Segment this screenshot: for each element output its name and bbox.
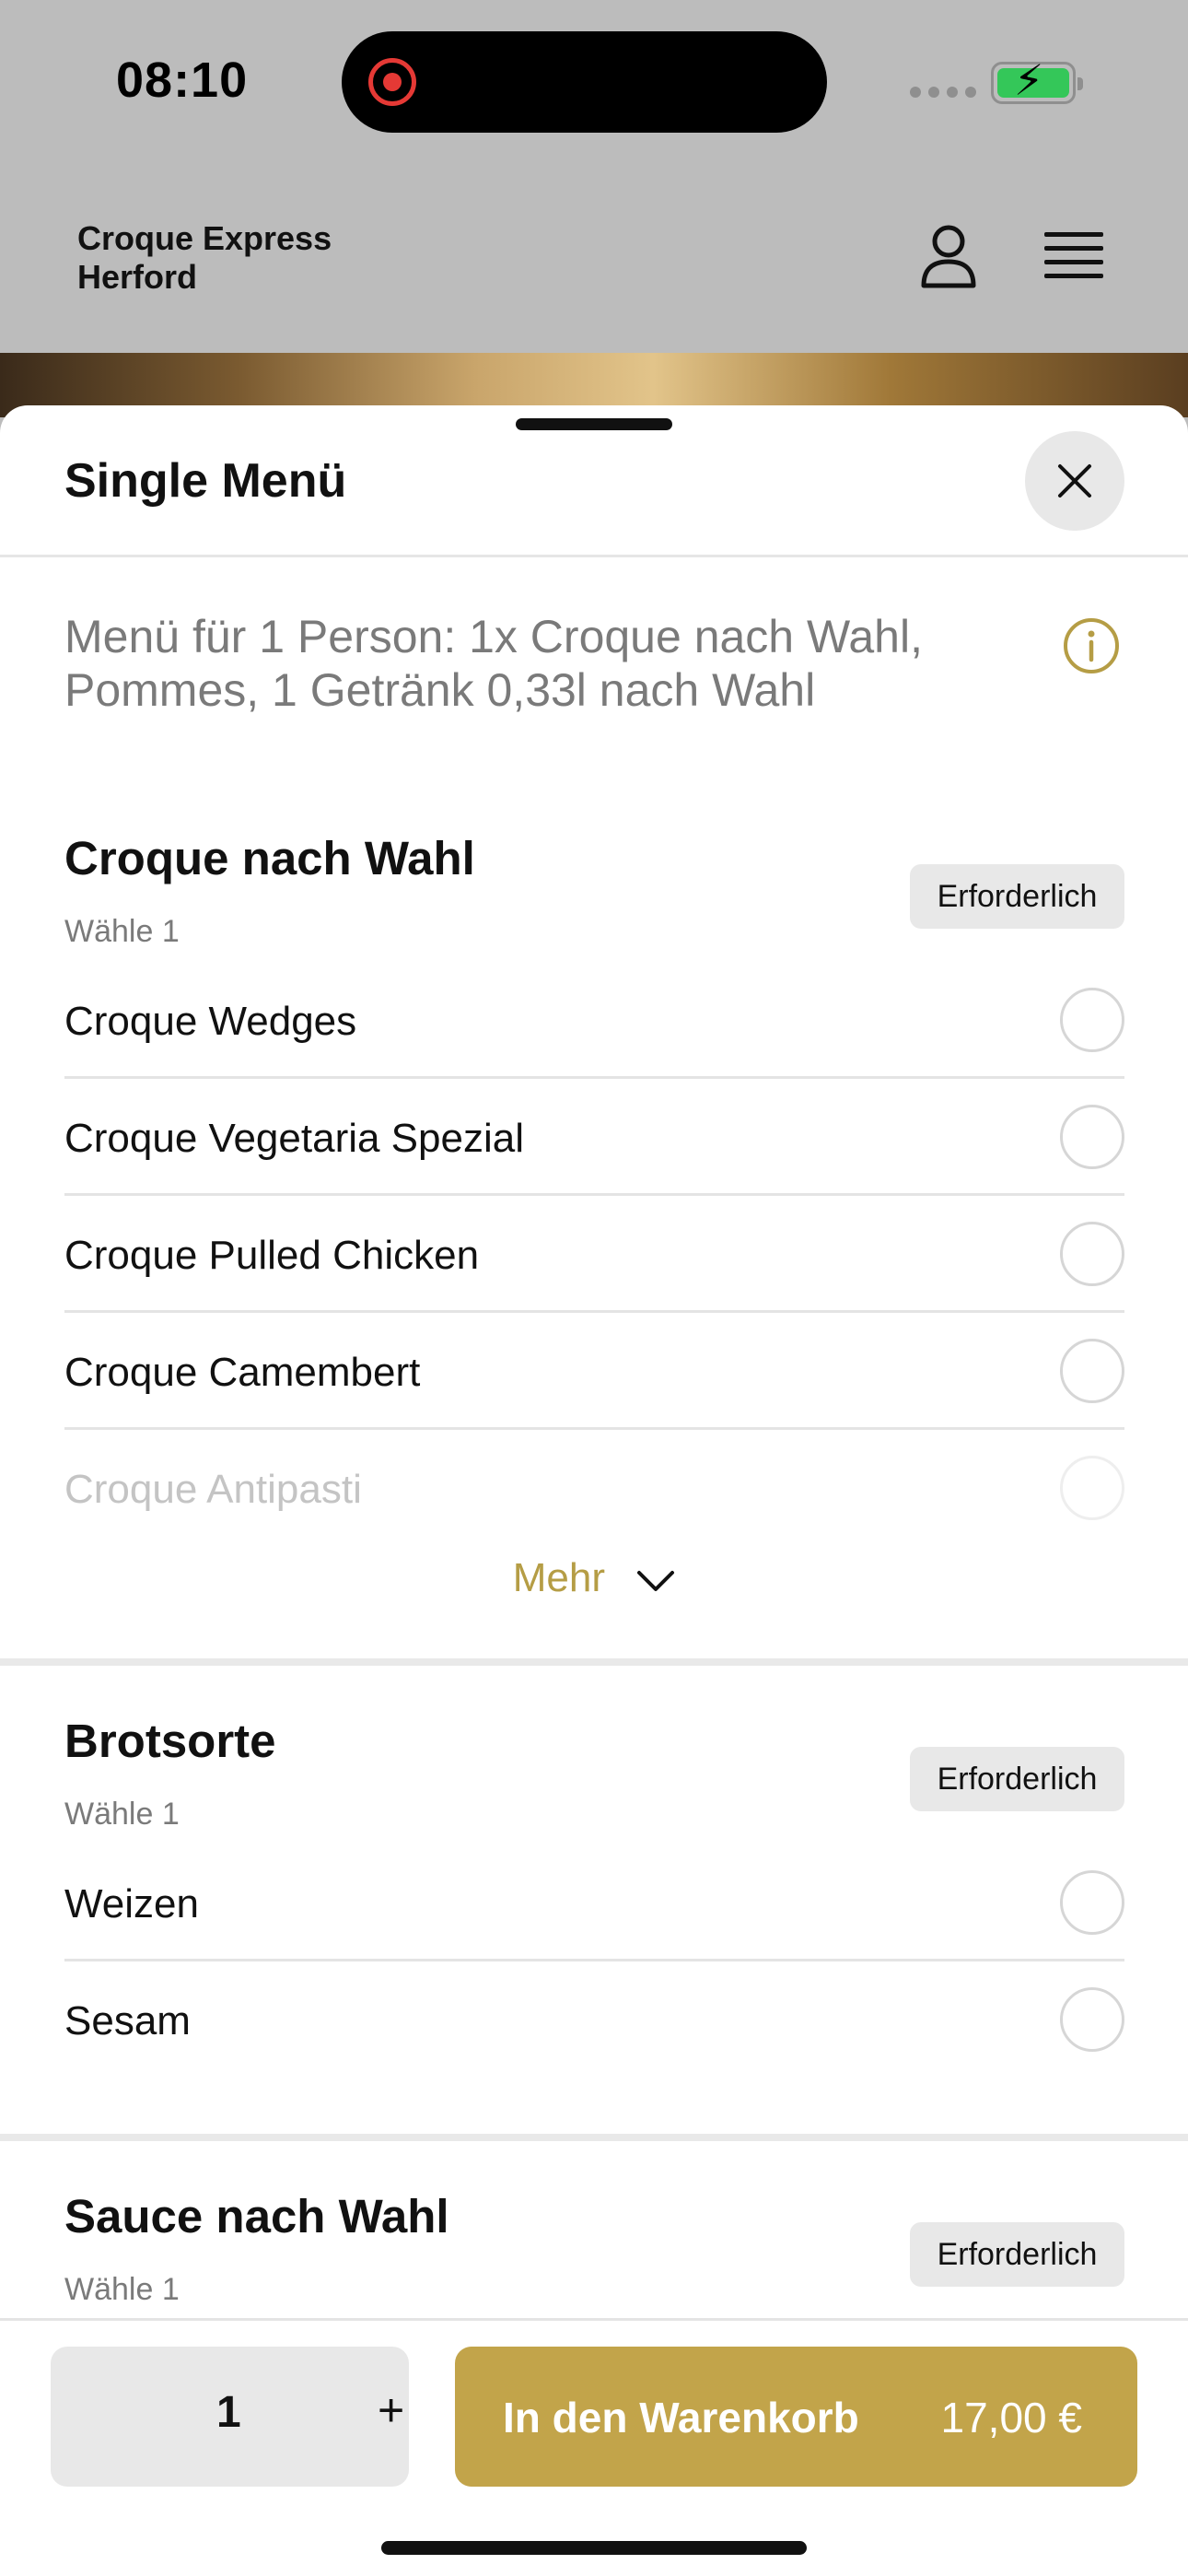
battery-icon: ⚡ — [991, 59, 1083, 104]
close-button[interactable] — [1025, 431, 1124, 531]
option-croque-camembert[interactable]: Croque Camembert — [64, 1313, 1124, 1430]
group-title-croque: Croque nach Wahl — [64, 832, 475, 884]
product-options-sheet: Single Menü Menü für 1 Person: 1x Croque… — [0, 405, 1188, 2576]
status-bar: 08:10 ⚡ — [0, 0, 1188, 166]
option-label: Weizen — [64, 1881, 199, 1926]
option-label: Sesam — [64, 1998, 191, 2043]
close-icon — [1058, 464, 1091, 498]
group-subtitle-sauce: Wähle 1 — [64, 2272, 180, 2307]
section-divider — [0, 1658, 1188, 1666]
option-label: Croque Wedges — [64, 999, 357, 1044]
required-badge: Erforderlich — [910, 864, 1124, 929]
chevron-down-icon — [636, 1557, 675, 1603]
show-more-label: Mehr — [512, 1555, 605, 1600]
radio-button[interactable] — [1060, 1870, 1124, 1935]
radio-button[interactable] — [1060, 988, 1124, 1052]
option-weizen[interactable]: Weizen — [64, 1844, 1124, 1961]
option-sesam[interactable]: Sesam — [64, 1961, 1124, 2078]
show-more-button[interactable]: Mehr — [0, 1555, 1188, 1603]
radio-button[interactable] — [1060, 1222, 1124, 1286]
required-badge: Erforderlich — [910, 1747, 1124, 1811]
store-name[interactable]: Croque Express Herford — [77, 219, 390, 297]
quantity-stepper: 1 + — [51, 2347, 409, 2487]
group-subtitle-croque: Wähle 1 — [64, 914, 180, 949]
signal-icon — [910, 87, 976, 98]
recording-icon — [368, 58, 416, 106]
group-subtitle-brotsorte: Wähle 1 — [64, 1797, 180, 1832]
option-croque-vegetaria-spezial[interactable]: Croque Vegetaria Spezial — [64, 1079, 1124, 1196]
option-croque-antipasti[interactable]: Croque Antipasti — [64, 1430, 1124, 1547]
hamburger-menu-icon[interactable] — [1044, 232, 1103, 282]
add-to-cart-button[interactable]: In den Warenkorb 17,00 € — [455, 2347, 1137, 2487]
radio-button[interactable] — [1060, 1339, 1124, 1403]
total-price: 17,00 € — [940, 2394, 1082, 2441]
radio-button[interactable] — [1060, 1105, 1124, 1169]
store-name-line1: Croque Express — [77, 219, 332, 257]
info-icon[interactable] — [1063, 617, 1120, 674]
option-croque-pulled-chicken[interactable]: Croque Pulled Chicken — [64, 1196, 1124, 1313]
status-time: 08:10 — [116, 53, 249, 108]
sheet-title: Single Menü — [64, 454, 347, 508]
bottom-action-bar: 1 + In den Warenkorb 17,00 € — [0, 2318, 1188, 2576]
radio-button[interactable] — [1060, 1987, 1124, 2052]
sheet-grabber[interactable] — [516, 418, 672, 430]
increment-button[interactable]: + — [378, 2383, 404, 2437]
add-to-cart-label: In den Warenkorb — [503, 2394, 859, 2441]
section-divider — [0, 2134, 1188, 2141]
option-label: Croque Pulled Chicken — [64, 1233, 480, 1278]
radio-button[interactable] — [1060, 1456, 1124, 1520]
option-label: Croque Camembert — [64, 1350, 421, 1395]
group-title-sauce: Sauce nach Wahl — [64, 2190, 449, 2242]
quantity-value: 1 — [216, 2388, 241, 2437]
user-account-icon[interactable] — [919, 225, 978, 289]
option-label: Croque Vegetaria Spezial — [64, 1116, 524, 1161]
option-label: Croque Antipasti — [64, 1467, 362, 1512]
product-description: Menü für 1 Person: 1x Croque nach Wahl, … — [64, 611, 923, 716]
divider — [0, 555, 1188, 557]
app-header: Croque Express Herford — [0, 166, 1188, 353]
group-title-brotsorte: Brotsorte — [64, 1715, 276, 1767]
store-name-line2: Herford — [77, 258, 198, 296]
option-croque-wedges[interactable]: Croque Wedges — [64, 962, 1124, 1079]
required-badge: Erforderlich — [910, 2222, 1124, 2287]
home-indicator[interactable] — [381, 2541, 807, 2555]
